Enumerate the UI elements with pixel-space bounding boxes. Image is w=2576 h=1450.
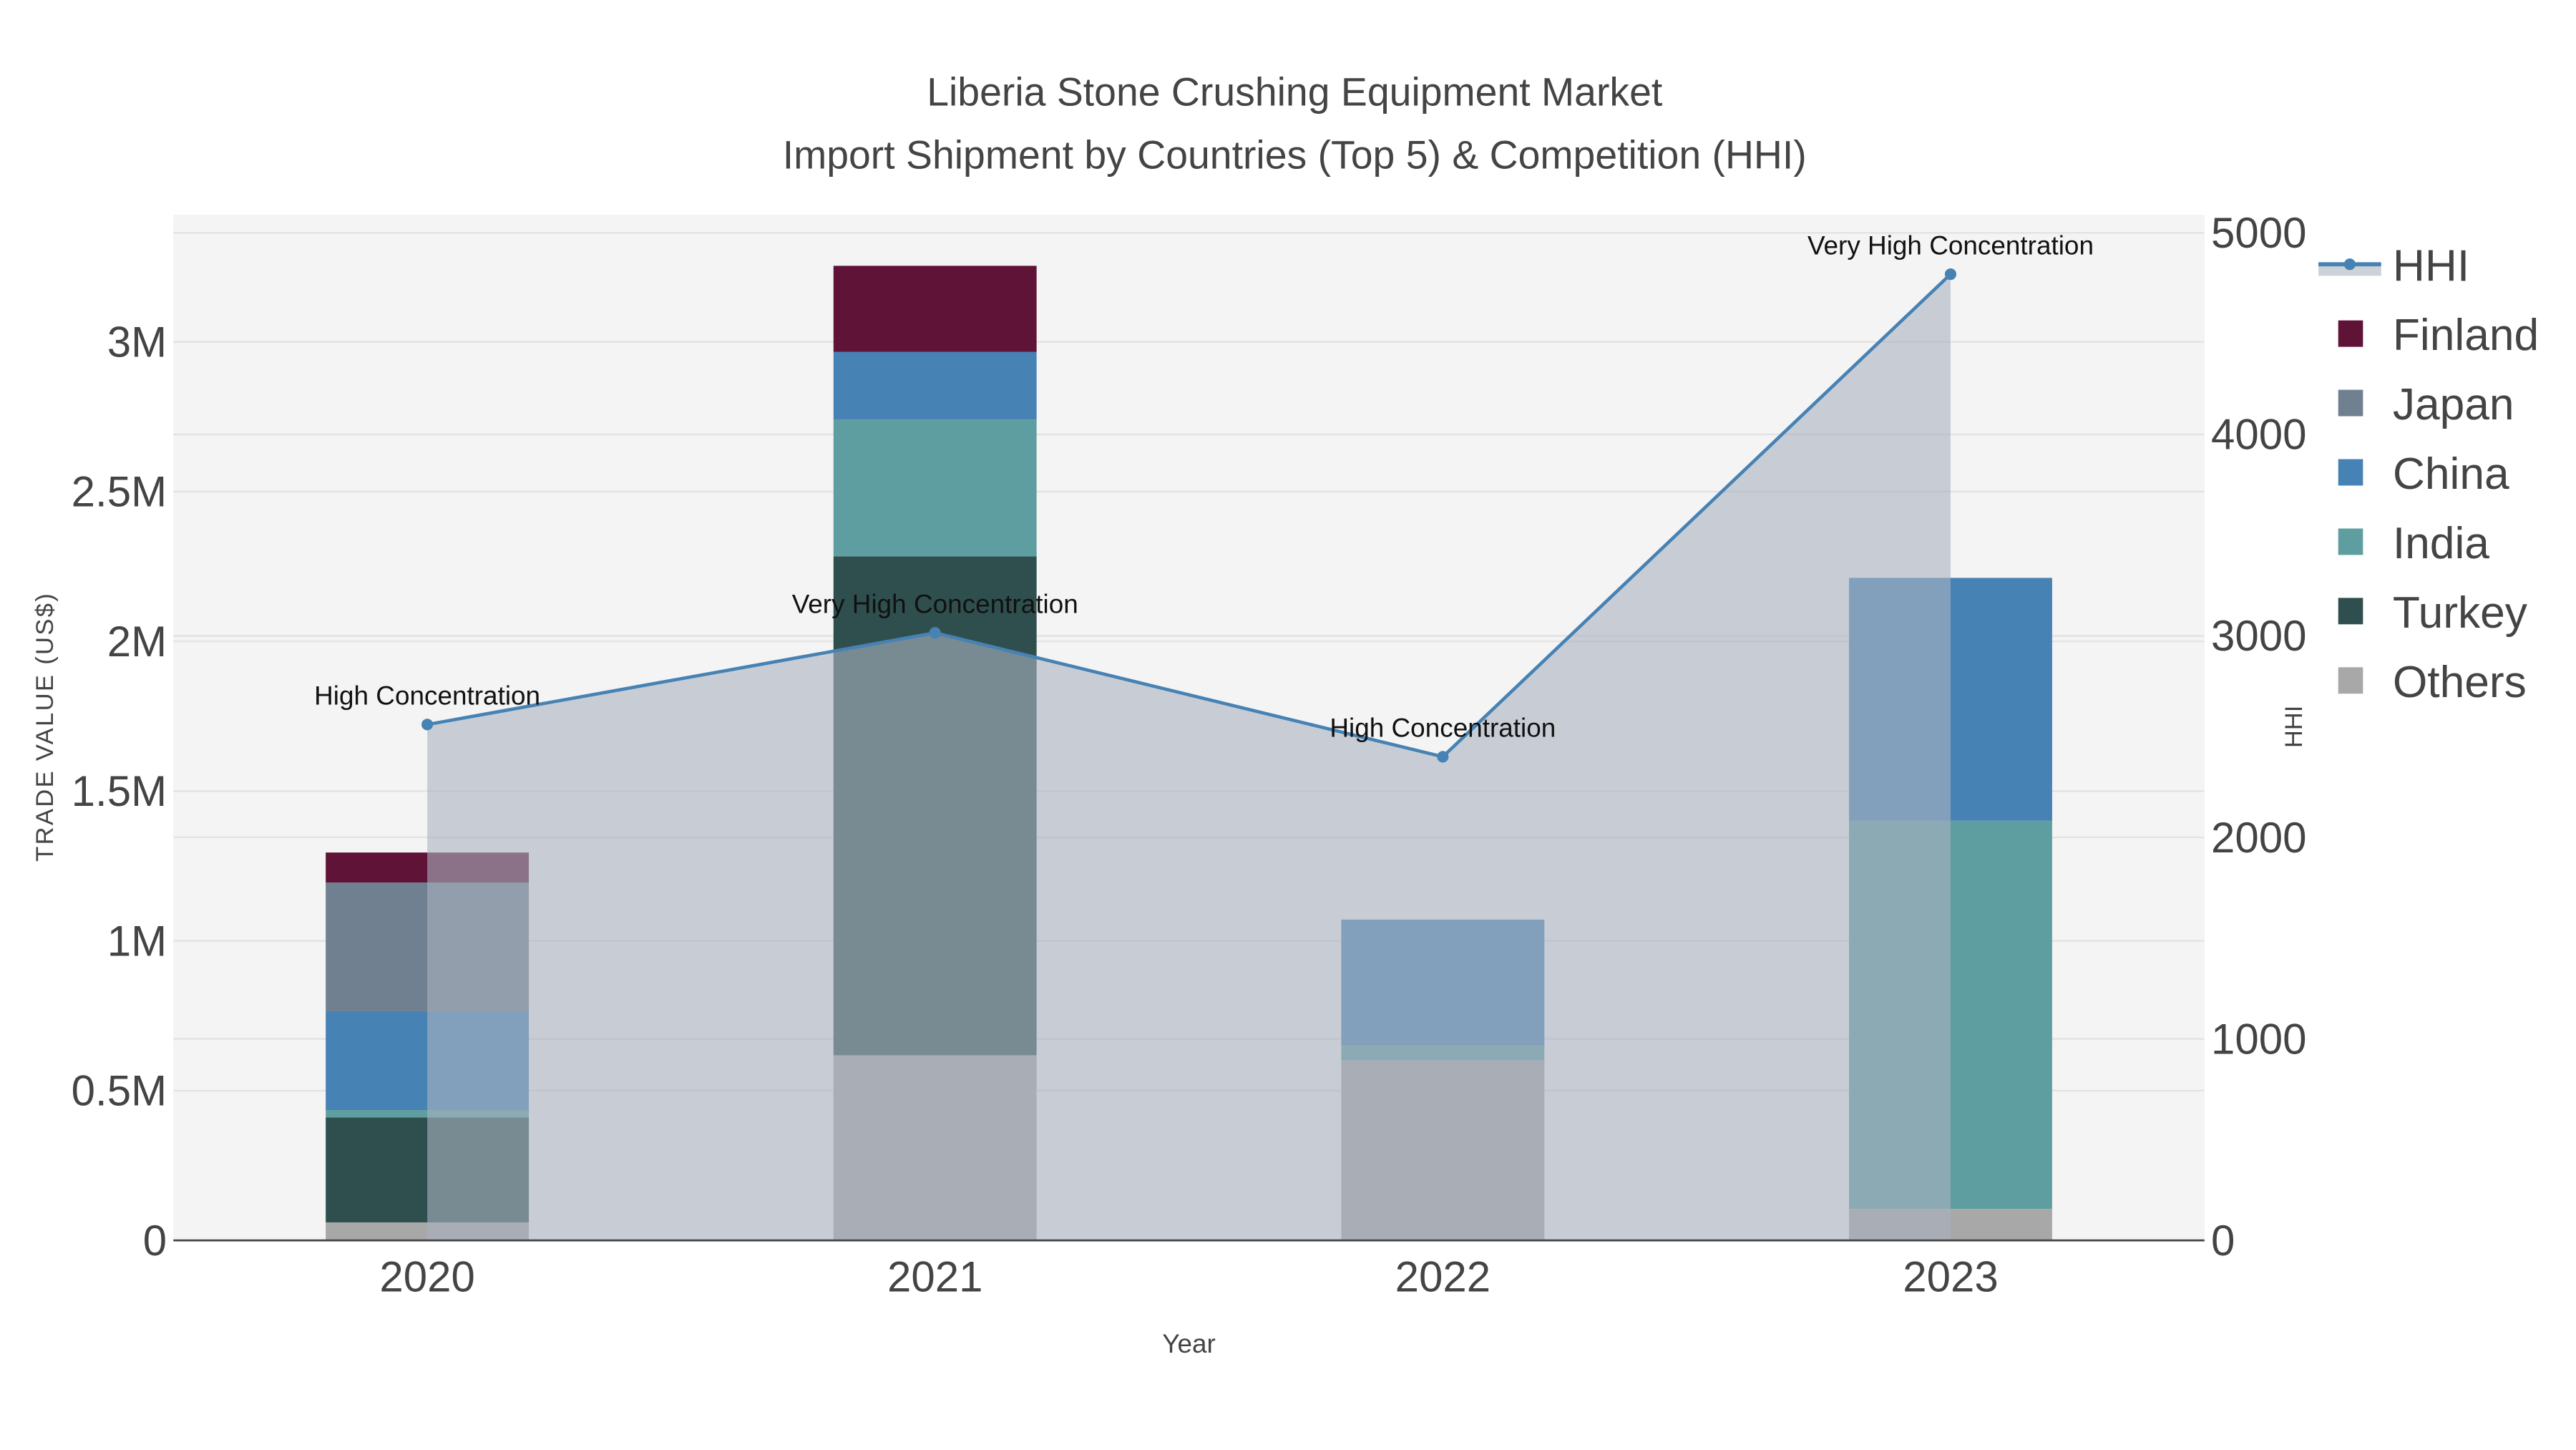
hhi-point-2021[interactable] bbox=[929, 627, 941, 639]
x-tick-label: 2023 bbox=[1903, 1253, 1998, 1301]
legend-item-japan[interactable]: Japan bbox=[2393, 380, 2514, 429]
y2-tick-label: 1000 bbox=[2211, 1015, 2306, 1063]
x-tick-label: 2020 bbox=[379, 1253, 474, 1301]
x-axis-title: Year bbox=[1162, 1329, 1216, 1358]
hhi-point-2022[interactable] bbox=[1437, 751, 1449, 763]
legend-item-hhi[interactable]: HHI bbox=[2393, 241, 2469, 291]
y2-tick-label: 4000 bbox=[2211, 411, 2306, 459]
chart-container: High Concentration Very High Concentratio… bbox=[0, 0, 2576, 1449]
legend-item-finland[interactable]: Finland bbox=[2393, 311, 2539, 360]
legend-swatch-others bbox=[2338, 667, 2363, 694]
y2-tick-label: 2000 bbox=[2211, 814, 2306, 862]
chart-subtitle: Import Shipment by Countries (Top 5) & C… bbox=[783, 132, 1807, 177]
hhi-annotation: Very High Concentration bbox=[1807, 230, 2094, 260]
legend-swatch-japan bbox=[2338, 389, 2363, 417]
legend: HHI Finland Japan China India Turkey Others bbox=[2318, 241, 2539, 707]
legend-item-turkey[interactable]: Turkey bbox=[2393, 588, 2528, 638]
bar-finland-2021[interactable] bbox=[833, 266, 1037, 352]
y2-tick-label: 5000 bbox=[2211, 209, 2306, 257]
hhi-annotation: Very High Concentration bbox=[792, 590, 1078, 619]
legend-swatch-finland bbox=[2338, 320, 2363, 347]
bar-india-2021[interactable] bbox=[833, 419, 1037, 557]
hhi-point-2020[interactable] bbox=[421, 719, 434, 731]
y-tick-label: 2.5M bbox=[72, 468, 167, 516]
hhi-point-2023[interactable] bbox=[1944, 268, 1957, 281]
hhi-annotation: High Concentration bbox=[1330, 714, 1556, 743]
legend-item-others[interactable]: Others bbox=[2393, 658, 2527, 707]
legend-item-china[interactable]: China bbox=[2393, 449, 2509, 499]
y-tick-label: 3M bbox=[107, 318, 167, 366]
legend-item-india[interactable]: India bbox=[2393, 519, 2489, 568]
y-tick-label: 1M bbox=[107, 917, 167, 965]
y2-axis-title: HHI bbox=[2280, 706, 2308, 749]
y-tick-label: 2M bbox=[107, 618, 167, 666]
bar-china-2021[interactable] bbox=[833, 351, 1037, 420]
y2-tick-label: 0 bbox=[2211, 1217, 2235, 1265]
chart-svg: High Concentration Very High Concentratio… bbox=[31, 70, 2539, 1358]
legend-hhi-marker bbox=[2343, 258, 2356, 271]
x-tick-label: 2022 bbox=[1395, 1253, 1491, 1301]
x-tick-label: 2021 bbox=[887, 1253, 982, 1301]
y2-tick-label: 3000 bbox=[2211, 612, 2306, 660]
y-tick-label: 1.5M bbox=[72, 767, 167, 815]
chart-title: Liberia Stone Crushing Equipment Market bbox=[927, 70, 1662, 115]
legend-swatch-india bbox=[2338, 528, 2363, 555]
hhi-annotation: High Concentration bbox=[314, 681, 540, 711]
y-tick-label: 0 bbox=[143, 1217, 167, 1265]
y-axis-title: TRADE VALUE (US$) bbox=[31, 592, 59, 862]
legend-swatch-china bbox=[2338, 459, 2363, 486]
y-tick-label: 0.5M bbox=[72, 1067, 167, 1115]
legend-swatch-turkey bbox=[2338, 598, 2363, 625]
